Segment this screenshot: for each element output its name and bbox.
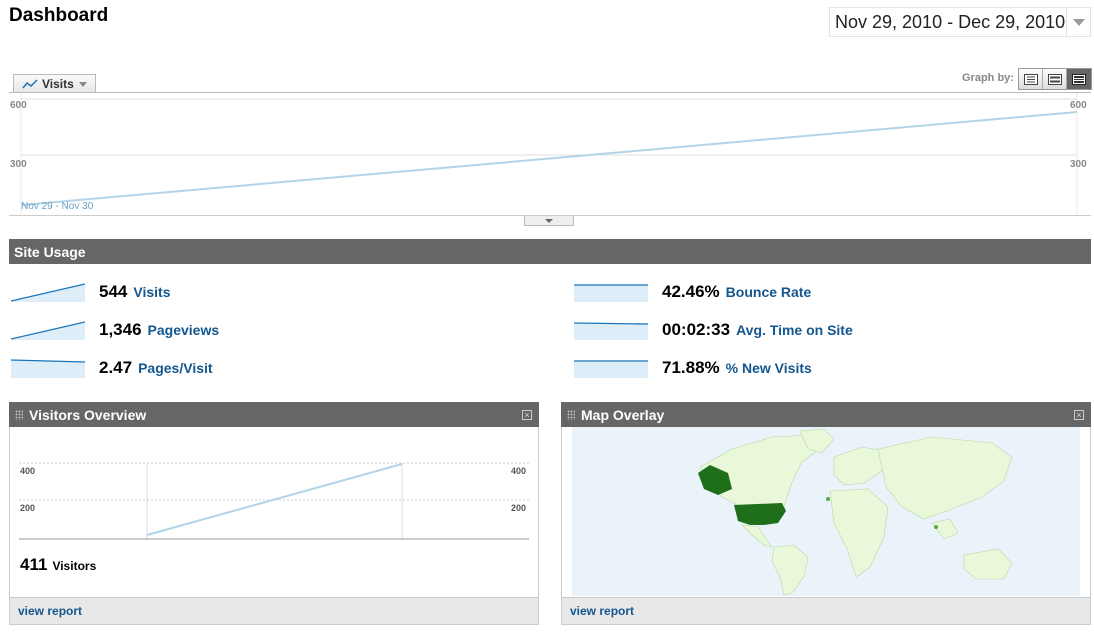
pages-visit-value: 2.47 [99, 358, 133, 377]
map-region-usa [734, 503, 786, 525]
line-chart-icon [22, 79, 38, 89]
map-overlay-panel: Map Overlay × view report [561, 402, 1091, 625]
y-tick-left-300: 300 [10, 159, 27, 170]
week-view-icon [1047, 73, 1062, 85]
avg-time-value: 00:02:33 [662, 320, 731, 339]
visits-value: 544 [99, 282, 128, 301]
usage-visits: 544 Visits [11, 280, 170, 304]
visitors-overview-title: Visitors Overview [29, 406, 147, 423]
y-tick-left-600: 600 [10, 100, 27, 111]
map-overlay-title: Map Overlay [581, 406, 665, 423]
close-icon[interactable]: × [522, 410, 532, 420]
usage-new-visits: 71.88% % New Visits [574, 356, 812, 380]
grip-icon[interactable] [15, 409, 23, 420]
close-icon[interactable]: × [1074, 410, 1084, 420]
date-range-text: Nov 29, 2010 - Dec 29, 2010 [835, 11, 1066, 32]
map-region-marker [826, 497, 830, 501]
x-axis-label: Nov 29 - Nov 30 [21, 201, 94, 212]
new-visits-value: 71.88% [662, 358, 720, 377]
map-region-marker [934, 525, 938, 529]
visits-link[interactable]: Visits [133, 284, 170, 300]
pages-visit-sparkline [11, 359, 85, 378]
avg-time-sparkline [574, 322, 648, 340]
month-view-icon [1072, 73, 1086, 85]
chevron-down-icon[interactable] [1066, 8, 1090, 36]
usage-avg-time: 00:02:33 Avg. Time on Site [574, 318, 853, 342]
graph-by-day-button[interactable] [1019, 69, 1043, 89]
visits-sparkline [11, 283, 85, 302]
map-region-africa [829, 488, 889, 578]
site-usage-header: Site Usage [9, 239, 1091, 264]
pageviews-link[interactable]: Pageviews [148, 322, 220, 338]
vo-y-tick-right-400: 400 [511, 466, 526, 476]
usage-bounce-rate: 42.46% Bounce Rate [574, 280, 811, 304]
chevron-down-icon [78, 81, 87, 87]
visitors-count: 411 Visitors [20, 555, 96, 575]
world-map[interactable] [572, 427, 1080, 596]
bounce-rate-value: 42.46% [662, 282, 720, 301]
bounce-rate-sparkline [574, 284, 648, 302]
visits-chart: 600 300 600 300 Nov 29 - Nov 30 [9, 92, 1091, 216]
visits-series-line [21, 111, 1078, 206]
map-region-europe [833, 446, 885, 486]
date-range-picker[interactable]: Nov 29, 2010 - Dec 29, 2010 [829, 7, 1091, 37]
vo-y-tick-right-200: 200 [511, 503, 526, 513]
graph-by-toggle [1018, 68, 1092, 90]
chevron-down-icon [545, 218, 553, 223]
page-title: Dashboard [9, 5, 109, 26]
map-region-south-america [771, 544, 809, 596]
new-visits-link[interactable]: % New Visits [726, 360, 812, 376]
pageviews-value: 1,346 [99, 320, 142, 339]
visitors-count-label: Visitors [52, 559, 97, 573]
map-region-australia [963, 548, 1013, 580]
pageviews-sparkline [11, 321, 85, 340]
day-view-icon [1023, 73, 1038, 85]
map-region-central-america [741, 524, 773, 548]
visitors-overview-header[interactable]: Visitors Overview [9, 402, 539, 427]
view-report-link[interactable]: view report [18, 604, 82, 618]
map-overlay-footer: view report [562, 597, 1090, 624]
visitors-count-value: 411 [20, 555, 48, 574]
metric-selector-label: Visits [42, 77, 74, 91]
y-tick-right-600: 600 [1070, 100, 1087, 111]
map-overlay-header[interactable]: Map Overlay [561, 402, 1091, 427]
graph-by-label: Graph by: [962, 72, 1014, 84]
bounce-rate-link[interactable]: Bounce Rate [726, 284, 812, 300]
vo-y-tick-left-400: 400 [20, 466, 35, 476]
vo-y-tick-left-200: 200 [20, 503, 35, 513]
grip-icon[interactable] [567, 409, 575, 420]
pages-visit-link[interactable]: Pages/Visit [138, 360, 212, 376]
visitors-overview-footer: view report [10, 597, 538, 624]
visitors-chart: 400 200 400 200 [19, 462, 529, 540]
map-region-se-asia [931, 518, 959, 540]
new-visits-sparkline [574, 360, 648, 378]
usage-pageviews: 1,346 Pageviews [11, 318, 219, 342]
y-tick-right-300: 300 [1070, 159, 1087, 170]
collapse-chart-toggle[interactable] [524, 216, 574, 226]
usage-pages-per-visit: 2.47 Pages/Visit [11, 356, 213, 380]
view-report-link[interactable]: view report [570, 604, 634, 618]
avg-time-link[interactable]: Avg. Time on Site [736, 322, 853, 338]
map-region-asia [877, 436, 1013, 520]
metric-selector[interactable]: Visits [13, 74, 96, 93]
visitors-overview-panel: Visitors Overview × 400 200 400 200 411 … [9, 402, 539, 625]
graph-by-month-button[interactable] [1067, 69, 1091, 89]
graph-by-week-button[interactable] [1043, 69, 1067, 89]
